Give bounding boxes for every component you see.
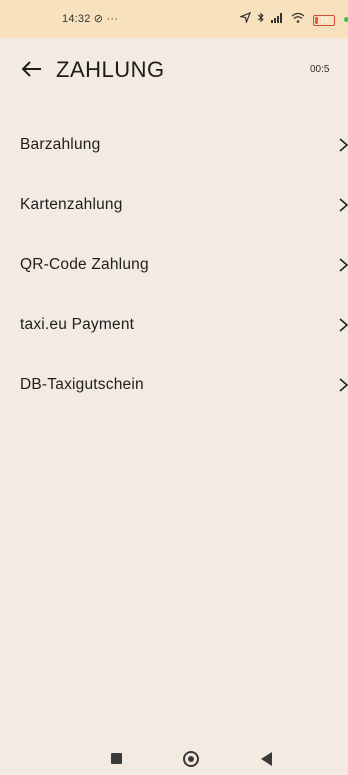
- arrow-left-icon: [21, 61, 41, 77]
- bluetooth-icon: [257, 12, 265, 26]
- system-nav-bar: [0, 735, 348, 775]
- payment-option-kartenzahlung[interactable]: Kartenzahlung: [0, 175, 348, 235]
- payment-option-label: DB-Taxigutschein: [20, 376, 144, 393]
- app-bar: ZAHLUNG 00:5: [0, 38, 348, 100]
- location-arrow-icon: [238, 11, 252, 26]
- payment-option-label: Barzahlung: [20, 136, 101, 153]
- chevron-right-icon: [339, 138, 348, 152]
- chevron-right-icon: [339, 318, 348, 332]
- home-button[interactable]: [183, 751, 199, 767]
- battery-text: 19: [320, 16, 329, 24]
- payment-options-list: Barzahlung Kartenzahlung QR-Code Zahlung…: [0, 115, 348, 415]
- session-timer: 00:5: [310, 64, 330, 75]
- payment-option-label: Kartenzahlung: [20, 196, 123, 213]
- payment-option-taxi-eu[interactable]: taxi.eu Payment: [0, 295, 348, 355]
- payment-option-db-taxigutschein[interactable]: DB-Taxigutschein: [0, 355, 348, 415]
- privacy-indicator-dot: [344, 17, 348, 22]
- status-extra-icons: ⊘ ···: [93, 13, 119, 25]
- chevron-right-icon: [339, 258, 348, 272]
- status-time: 14:32 ⊘ ···: [62, 13, 119, 25]
- chevron-right-icon: [339, 378, 348, 392]
- payment-option-barzahlung[interactable]: Barzahlung: [0, 115, 348, 175]
- payment-option-label: QR-Code Zahlung: [20, 256, 149, 273]
- recent-apps-button[interactable]: [111, 753, 122, 764]
- payment-option-label: taxi.eu Payment: [20, 316, 135, 333]
- status-bar: 14:32 ⊘ ··· 19: [0, 0, 348, 38]
- signal-icon: [271, 12, 285, 26]
- back-button[interactable]: [20, 56, 46, 82]
- status-icons: 19: [238, 11, 336, 26]
- wifi-icon: [291, 12, 305, 26]
- page-title: ZAHLUNG: [56, 57, 165, 82]
- chevron-right-icon: [339, 198, 348, 212]
- battery-icon: 19: [313, 14, 336, 26]
- payment-option-qr-code[interactable]: QR-Code Zahlung: [0, 235, 348, 295]
- system-back-button[interactable]: [261, 752, 272, 766]
